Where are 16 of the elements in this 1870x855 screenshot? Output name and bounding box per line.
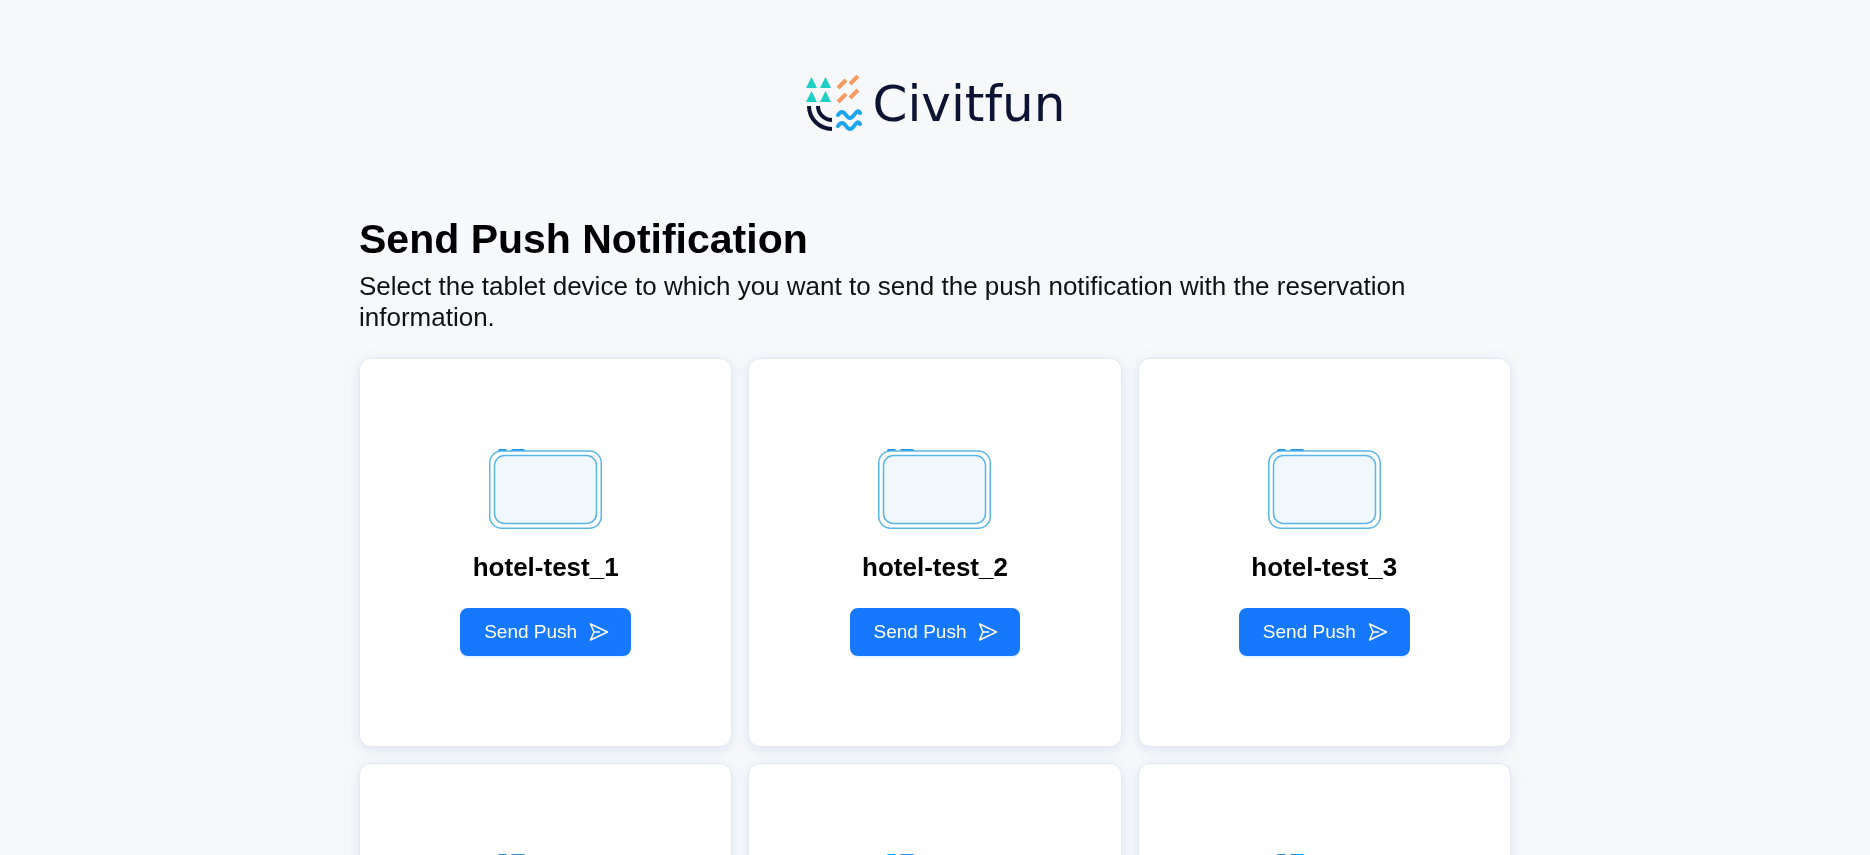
tablet-icon (489, 449, 603, 529)
device-name: hotel-test_1 (472, 552, 619, 583)
paper-plane-icon (589, 622, 610, 642)
send-push-button[interactable]: Send Push (460, 608, 632, 656)
device-name: hotel-test_3 (1251, 552, 1398, 583)
paper-plane-icon (1367, 622, 1388, 642)
paper-plane-icon (978, 622, 999, 642)
device-name: hotel-test_2 (862, 552, 1008, 583)
send-push-button[interactable]: Send Push (1238, 608, 1410, 656)
logo-icon (804, 75, 862, 132)
page-description: Select the tablet device to which you want to send the push notification with the reservation information. (359, 271, 1407, 333)
logo-text: Civitfun (872, 78, 1066, 129)
page-title: Send Push Notification (359, 215, 809, 263)
send-push-button[interactable]: Send Push (849, 608, 1021, 656)
tablet-icon (878, 449, 992, 529)
tablet-icon (1267, 449, 1381, 529)
